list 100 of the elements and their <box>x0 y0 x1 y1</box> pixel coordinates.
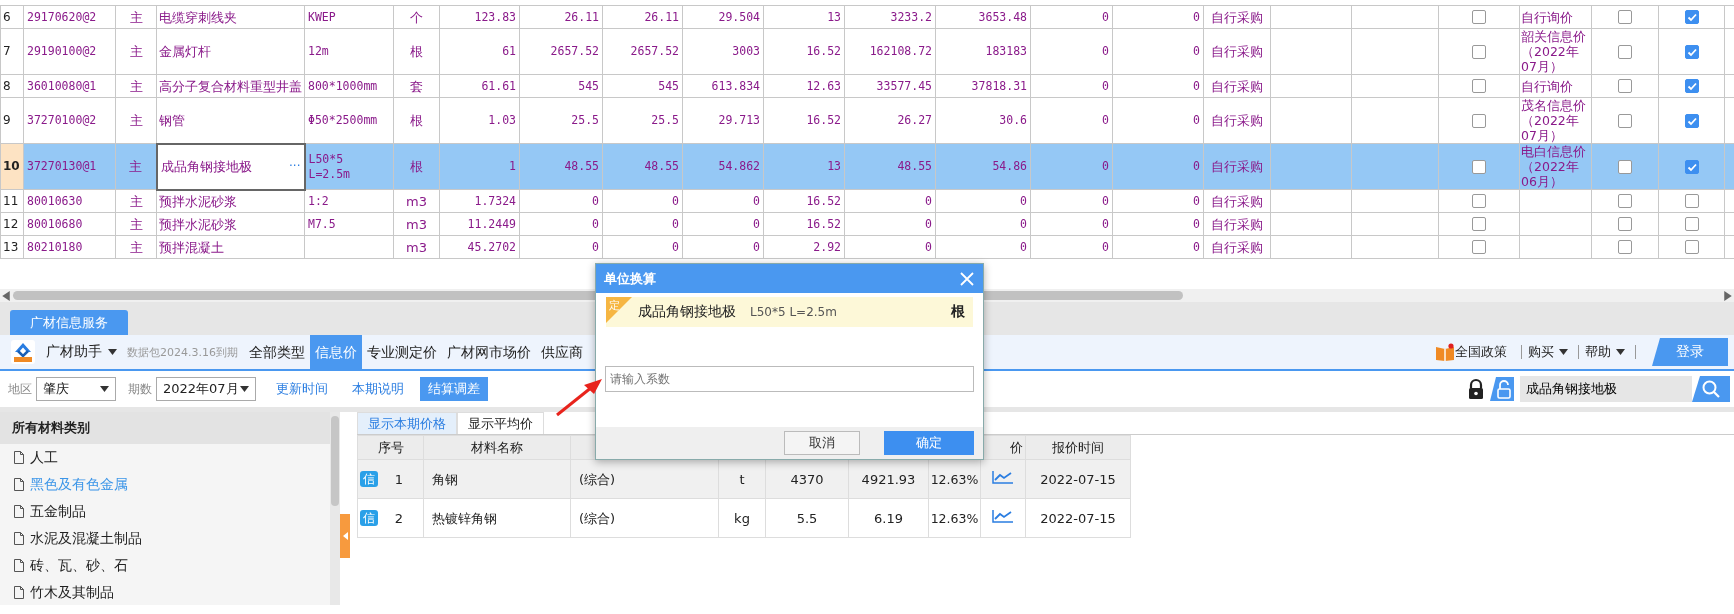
menu-button[interactable]: 购买 <box>1528 343 1568 361</box>
trend-chart-icon[interactable] <box>992 509 1014 523</box>
region-dropdown[interactable]: 肇庆 <box>36 377 116 401</box>
checkbox[interactable] <box>1618 10 1632 24</box>
table-cell: 80010630 <box>23 189 116 213</box>
table-cell: 预拌混凝土 <box>156 235 305 259</box>
checkbox[interactable] <box>1618 217 1632 231</box>
table-cell: 26.11 <box>602 5 683 29</box>
category-item[interactable]: 水泥及混凝土制品 <box>0 525 330 552</box>
caret-icon[interactable] <box>108 349 117 355</box>
tab[interactable]: 显示本期价格 <box>357 412 457 434</box>
menu-button[interactable]: 帮助 <box>1585 343 1625 361</box>
policy-link[interactable]: 全国政策 <box>1455 343 1507 361</box>
checkbox[interactable] <box>1618 79 1632 93</box>
row-number[interactable]: 11 <box>0 189 24 213</box>
row-number[interactable]: 13 <box>0 235 24 259</box>
table-cell: 2 <box>394 509 403 527</box>
trend-chart-icon[interactable] <box>992 470 1014 484</box>
search-button[interactable] <box>1692 376 1730 402</box>
checkbox[interactable] <box>1684 44 1699 59</box>
table-cell: 48.55 <box>519 143 603 190</box>
table-cell: 33577.45 <box>844 74 936 98</box>
category-tab[interactable]: 供应商 <box>536 335 588 369</box>
logo-icon <box>10 339 36 365</box>
table-cell: 0 <box>682 189 764 213</box>
table-cell: 37270130@1 <box>23 143 116 190</box>
table-cell: 25.5 <box>519 97 603 144</box>
tab[interactable]: 显示平均价 <box>457 412 544 434</box>
table-cell-editor[interactable]: 成品角钢接地极 ··· <box>156 143 305 190</box>
checkbox[interactable] <box>1472 240 1486 254</box>
category-item[interactable]: 竹木及其制品 <box>0 579 330 605</box>
vertical-scrollbar[interactable] <box>330 412 340 605</box>
checkbox[interactable] <box>1618 240 1632 254</box>
book-icon[interactable] <box>1435 343 1455 361</box>
lock-icon[interactable] <box>1466 378 1486 400</box>
table-cell: 1:2 <box>304 189 394 213</box>
close-icon[interactable] <box>959 270 975 287</box>
period-dropdown[interactable]: 2022年07月 <box>156 377 256 401</box>
table-cell: m3 <box>393 189 440 213</box>
checkbox[interactable] <box>1618 113 1632 128</box>
category-item[interactable]: 砖、瓦、砂、石 <box>0 552 330 579</box>
table-cell: 个 <box>393 5 440 29</box>
table-cell: 套 <box>393 74 440 98</box>
row-number[interactable]: 6 <box>0 5 24 29</box>
table-cell: 16.52 <box>763 28 845 75</box>
checkbox[interactable] <box>1684 79 1699 93</box>
table-cell: 11.2449 <box>439 212 520 236</box>
category-tab[interactable]: 广材网市场价 <box>442 335 536 369</box>
table-cell: 自行采购 <box>1203 74 1271 98</box>
checkbox[interactable] <box>1684 113 1699 128</box>
table-cell: 0 <box>935 189 1031 213</box>
table-cell: 预拌水泥砂浆 <box>156 189 305 213</box>
row-number[interactable]: 12 <box>0 212 24 236</box>
checkbox[interactable] <box>1472 44 1486 59</box>
checkbox[interactable] <box>1472 10 1486 24</box>
row-number[interactable]: 8 <box>0 74 24 98</box>
category-item[interactable]: 五金制品 <box>0 498 330 525</box>
checkbox[interactable] <box>1684 217 1699 231</box>
search-field[interactable]: 成品角钢接地极 <box>1520 376 1692 402</box>
ellipsis-button[interactable]: ··· <box>289 159 301 174</box>
checkbox[interactable] <box>1684 159 1699 174</box>
row-number[interactable]: 7 <box>0 28 24 75</box>
table-cell: 3233.2 <box>844 5 936 29</box>
checkbox[interactable] <box>1618 159 1632 174</box>
category-tab[interactable]: 专业测定价 <box>362 335 442 369</box>
table-cell: 预拌水泥砂浆 <box>156 212 305 236</box>
scroll-arrow-icon[interactable] <box>2 290 10 301</box>
caret-icon <box>100 386 109 392</box>
table-cell: m3 <box>393 212 440 236</box>
checkbox[interactable] <box>1618 44 1632 59</box>
table-cell: 16.52 <box>763 212 845 236</box>
table-cell: 0 <box>1112 189 1204 213</box>
checkbox[interactable] <box>1684 240 1699 254</box>
checkbox[interactable] <box>1472 217 1486 231</box>
scroll-arrow-icon[interactable] <box>1724 290 1732 301</box>
table-cell: 16.52 <box>763 97 845 144</box>
table-cell: 自行询价 <box>1519 74 1592 98</box>
input-field[interactable]: 请输入系数 <box>605 366 974 392</box>
checkbox[interactable] <box>1684 10 1699 24</box>
cancel-button[interactable]: 取消 <box>784 431 860 455</box>
category-tab[interactable]: 全部类型 <box>244 335 310 369</box>
table-cell: 主 <box>115 235 157 259</box>
table-cell: 25.5 <box>602 97 683 144</box>
row-number[interactable]: 9 <box>0 97 24 144</box>
category-item[interactable]: 人工 <box>0 444 330 471</box>
table-cell: 主 <box>115 212 157 236</box>
checkbox[interactable] <box>1472 113 1486 128</box>
table-cell: 45.2702 <box>439 235 520 259</box>
checkbox[interactable] <box>1618 194 1632 208</box>
checkbox[interactable] <box>1472 79 1486 93</box>
checkbox[interactable] <box>1684 194 1699 208</box>
table-cell: 主 <box>115 28 157 75</box>
checkbox[interactable] <box>1472 194 1486 208</box>
table-cell: 0 <box>519 212 603 236</box>
checkbox[interactable] <box>1472 159 1486 174</box>
table-cell: 根 <box>393 97 440 144</box>
table-cell: 1 <box>439 143 520 190</box>
row-number[interactable]: 10 <box>0 143 24 190</box>
table-cell: 48.55 <box>844 143 936 190</box>
collapse-handle[interactable] <box>340 514 350 558</box>
